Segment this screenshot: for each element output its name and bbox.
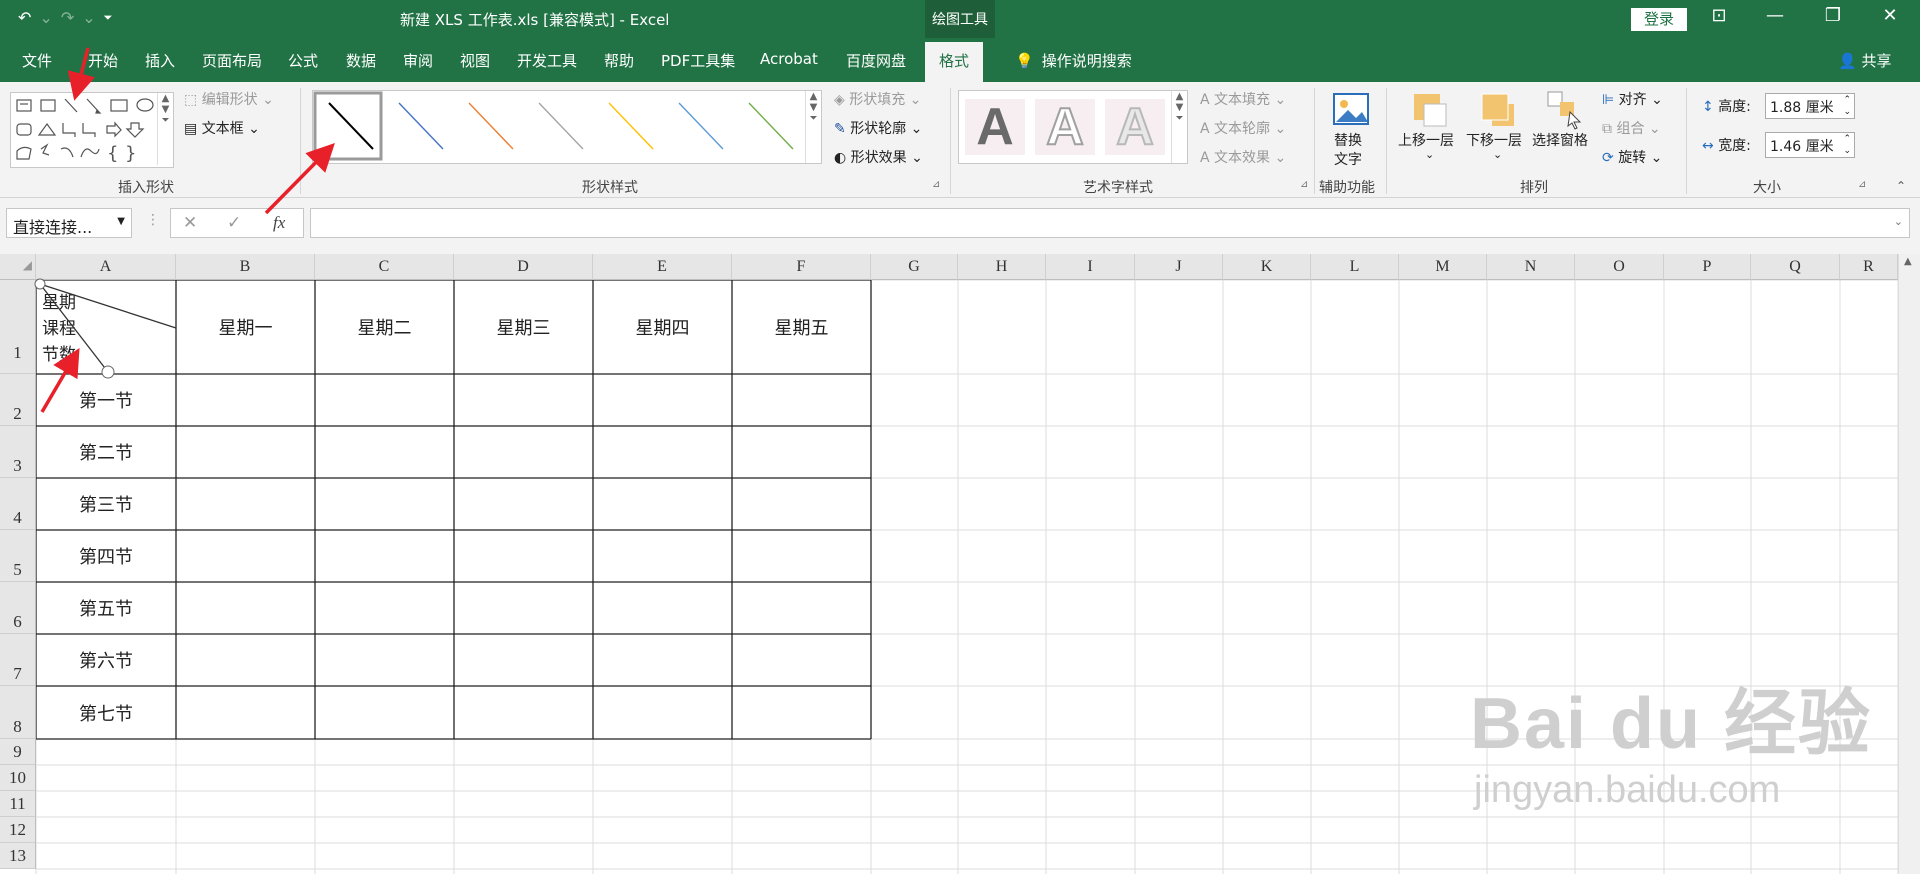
arrow-to-line-tool <box>67 47 95 101</box>
annotation-arrows <box>40 47 335 413</box>
arrow-to-line-style <box>264 143 335 215</box>
arrow-to-diagonal-line <box>40 347 80 413</box>
